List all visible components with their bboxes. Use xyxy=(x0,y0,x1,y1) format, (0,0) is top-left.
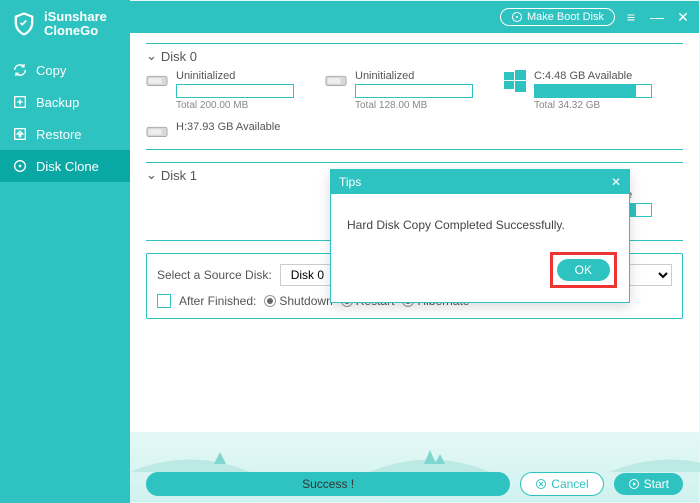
nav-label: Backup xyxy=(36,95,79,110)
nav-backup[interactable]: Backup xyxy=(0,86,130,118)
ok-button[interactable]: OK xyxy=(557,259,610,281)
sidebar: iSunshareCloneGo Copy Backup Restore Dis… xyxy=(0,0,130,503)
dialog-title: Tips xyxy=(339,175,361,189)
dialog-header: Tips ✕ xyxy=(331,170,629,194)
restore-icon xyxy=(12,126,28,142)
nav-label: Disk Clone xyxy=(36,159,99,174)
nav-restore[interactable]: Restore xyxy=(0,118,130,150)
nav-label: Copy xyxy=(36,63,66,78)
shield-icon xyxy=(10,10,38,38)
app-logo: iSunshareCloneGo xyxy=(0,0,130,54)
nav-copy[interactable]: Copy xyxy=(0,54,130,86)
disk-clone-icon xyxy=(12,158,28,174)
app-title: iSunshareCloneGo xyxy=(44,10,107,38)
nav-disk-clone[interactable]: Disk Clone xyxy=(0,150,130,182)
ok-highlight: OK xyxy=(550,252,617,288)
dialog-close-icon[interactable]: ✕ xyxy=(611,175,621,189)
refresh-icon xyxy=(12,62,28,78)
main-panel: Make Boot Disk ≡ — ✕ ⌄ Disk 0 Uninitiali… xyxy=(130,0,700,503)
tips-dialog: Tips ✕ Hard Disk Copy Completed Successf… xyxy=(330,169,630,303)
plus-square-icon xyxy=(12,94,28,110)
dialog-message: Hard Disk Copy Completed Successfully. xyxy=(331,194,629,252)
nav-label: Restore xyxy=(36,127,82,142)
nav: Copy Backup Restore Disk Clone xyxy=(0,54,130,182)
